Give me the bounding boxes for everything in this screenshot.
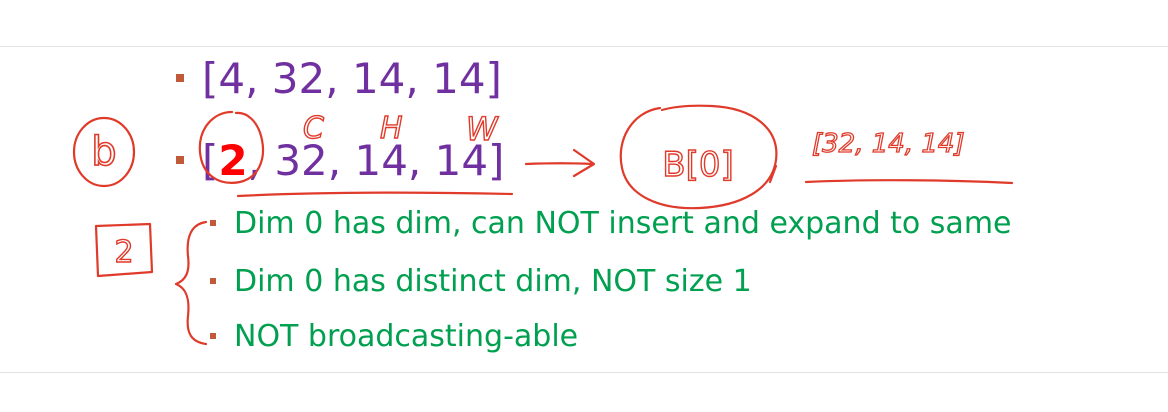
bullet-text: [4, 32, 14, 14]	[202, 53, 502, 103]
curly-brace-annotation	[174, 220, 208, 346]
circled-b-annotation: b	[72, 116, 136, 188]
boxed-2-label: 2	[114, 235, 133, 270]
open-bracket: [	[202, 135, 219, 185]
bullet-square-icon	[176, 156, 184, 164]
shape-underline	[236, 191, 514, 198]
result-shape-annotation: [32, 14, 14]	[804, 128, 1014, 185]
highlighted-dim: 2	[218, 135, 248, 185]
circled-index-label: B[0]	[662, 145, 734, 185]
circled-b-label: b	[91, 129, 116, 175]
bottom-divider	[0, 372, 1168, 373]
sub-bullet-distinct-dim: Dim 0 has distinct dim, NOT size 1	[210, 258, 752, 304]
remaining-dims: , 32, 14, 14]	[247, 135, 505, 185]
circled-index-annotation: B[0]	[619, 104, 778, 210]
bullet-square-icon	[176, 74, 184, 82]
sub-bullet-not-broadcastable: NOT broadcasting-able	[210, 313, 578, 359]
bullet-square-icon	[210, 278, 216, 284]
sub-bullet-text: NOT broadcasting-able	[234, 318, 579, 354]
bullet-text: [2, 32, 14, 14]	[202, 136, 504, 185]
bullet-square-icon	[210, 333, 216, 339]
bullet-square-icon	[210, 220, 216, 226]
bullet-shape-2-32-14-14: [2, 32, 14, 14]	[176, 130, 504, 190]
top-divider	[0, 46, 1168, 47]
result-shape-label: [32, 14, 14]	[812, 129, 965, 159]
sub-bullet-text: Dim 0 has distinct dim, NOT size 1	[234, 263, 752, 299]
result-underline	[804, 179, 1014, 185]
bullet-shape-4-32-14-14: [4, 32, 14, 14]	[176, 48, 502, 108]
arrow-icon	[524, 148, 596, 178]
sub-bullet-cannot-expand: Dim 0 has dim, can NOT insert and expand…	[210, 200, 1012, 246]
boxed-2-annotation: 2	[94, 222, 154, 278]
slide: [4, 32, 14, 14] [2, 32, 14, 14] Dim 0 ha…	[0, 0, 1168, 412]
sub-bullet-text: Dim 0 has dim, can NOT insert and expand…	[234, 205, 1012, 241]
